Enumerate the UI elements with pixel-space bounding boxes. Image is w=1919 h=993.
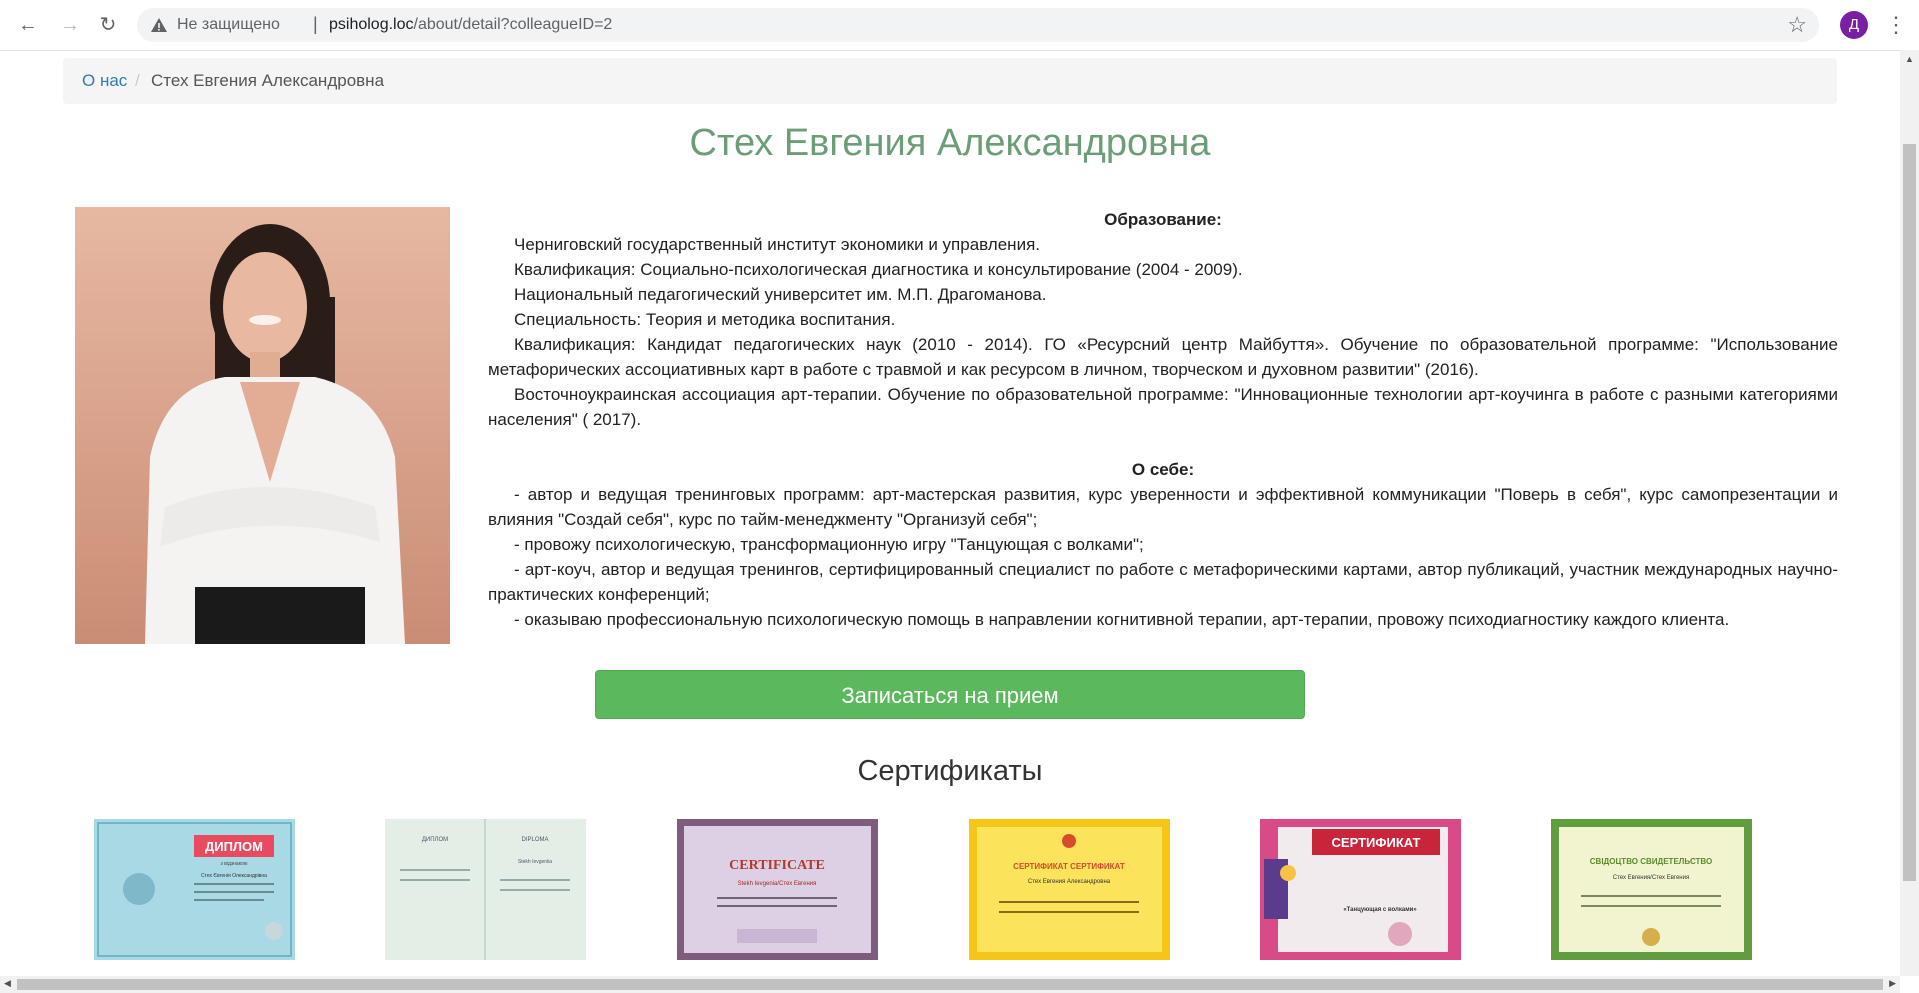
certificates-heading: Сертификаты	[857, 755, 1043, 787]
appointment-button[interactable]: Записаться на прием	[595, 670, 1305, 719]
security-label[interactable]: Не защищено	[177, 16, 280, 34]
education-line: Национальный педагогический университет …	[514, 285, 1047, 304]
warning-triangle-icon	[151, 18, 167, 32]
cert-caption: ДИПЛОМ	[205, 839, 263, 854]
cert-name: Стех Євгенія Олександрівна	[201, 873, 267, 879]
education-line: Специальность: Теория и методика воспита…	[514, 310, 896, 329]
about-line: - арт-коуч, автор и ведущая тренингов, с…	[488, 560, 1838, 604]
vertical-scroll-thumb[interactable]	[1903, 144, 1916, 881]
breadcrumb-home-link[interactable]: О нас	[82, 58, 127, 104]
profile-photo	[75, 207, 450, 644]
bookmark-star-icon[interactable]: ☆	[1787, 12, 1807, 38]
reload-icon[interactable]: ↻	[93, 10, 123, 40]
certificate-thumbnail-certificate-4[interactable]: СЕРТИФИКАТ СЕРТИФИКАТ Стех Евгения Алекс…	[969, 819, 1170, 960]
certificate-thumbnail-certificate-3[interactable]: CERTIFICATE Stekh Ievgenia/Стех Евгения	[677, 819, 878, 960]
education-heading: Образование:	[1104, 210, 1222, 229]
certificate-thumbnail-diploma-1[interactable]: ДИПЛОМ з відзнакою Стех Євгенія Олександ…	[94, 819, 295, 960]
cert-name: Stekh Ievgeniia	[518, 859, 552, 865]
bio-text: Образование: Черниговский государственны…	[488, 207, 1838, 632]
about-heading: О себе:	[1131, 460, 1195, 479]
education-line: Восточноукраинская ассоциация арт-терапи…	[488, 385, 1838, 429]
cert-sub: з відзнакою	[221, 861, 248, 867]
about-line: - автор и ведущая тренинговых программ: …	[488, 485, 1838, 529]
education-line: Квалификация: Кандидат педагогических на…	[488, 335, 1838, 379]
about-line: - оказываю профессиональную психологичес…	[514, 610, 1730, 629]
cert-name: Стех Евгения Александровна	[1028, 879, 1111, 885]
profile-avatar[interactable]: Д	[1840, 11, 1868, 39]
certificate-thumbnail-certificate-6[interactable]: СВІДОЦТВО СВИДЕТЕЛЬСТВО Стех Евгения/Сте…	[1551, 819, 1752, 960]
url-path: /about/detail?colleagueID=2	[413, 16, 613, 33]
horizontal-scrollbar[interactable]: ◀ ▶	[0, 976, 1900, 993]
url-separator: |	[313, 14, 318, 34]
cert-sub: «Танцующая с волками»	[1343, 907, 1417, 913]
horizontal-scroll-thumb[interactable]	[17, 979, 1883, 990]
cert-caption: СВІДОЦТВО СВИДЕТЕЛЬСТВО	[1590, 857, 1712, 866]
about-line: - провожу психологическую, трансформацио…	[514, 535, 1144, 554]
back-arrow-icon[interactable]: ←	[13, 10, 43, 40]
cert-caption: СЕРТИФИКАТ СЕРТИФИКАТ	[1013, 862, 1125, 871]
cert-caption: CERTIFICATE	[729, 858, 825, 873]
scroll-up-icon[interactable]: ▲	[1905, 54, 1914, 64]
breadcrumb-current: Стех Евгения Александровна	[151, 71, 385, 90]
certificate-thumbnail-certificate-5[interactable]: СЕРТИФИКАТ «Танцующая с волками»	[1260, 819, 1461, 960]
scroll-right-icon[interactable]: ▶	[1889, 978, 1896, 989]
cert-sub: DIPLOMA	[521, 837, 548, 843]
url-text[interactable]: psiholog.loc/about/detail?colleagueID=2	[329, 16, 612, 34]
cert-caption: ДИПЛОМ	[422, 837, 448, 843]
scroll-left-icon[interactable]: ◀	[4, 978, 11, 989]
cert-caption: СЕРТИФИКАТ	[1332, 835, 1421, 850]
breadcrumb: О нас / Стех Евгения Александровна	[63, 58, 1837, 104]
education-line: Квалификация: Социально-психологическая …	[514, 260, 1243, 279]
address-bar[interactable]: Не защищено | psiholog.loc/about/detail?…	[137, 8, 1819, 42]
forward-arrow-icon[interactable]: →	[55, 10, 85, 40]
cert-name: Stekh Ievgenia/Стех Евгения	[738, 881, 817, 887]
browser-menu-icon[interactable]: ⋮	[1885, 10, 1907, 40]
url-host: psiholog.loc	[329, 16, 414, 33]
page-title: Стех Евгения Александровна	[689, 122, 1211, 164]
certificate-thumbnail-diploma-2[interactable]: ДИПЛОМ DIPLOMA Stekh Ievgeniia	[385, 819, 586, 960]
education-line: Черниговский государственный институт эк…	[514, 235, 1040, 254]
cert-name: Стех Евгения/Стех Евгения	[1613, 875, 1689, 881]
breadcrumb-divider: /	[135, 71, 140, 90]
vertical-scrollbar[interactable]: ▲	[1900, 50, 1919, 976]
browser-toolbar: ← → ↻ Не защищено | psiholog.loc/about/d…	[0, 0, 1919, 51]
